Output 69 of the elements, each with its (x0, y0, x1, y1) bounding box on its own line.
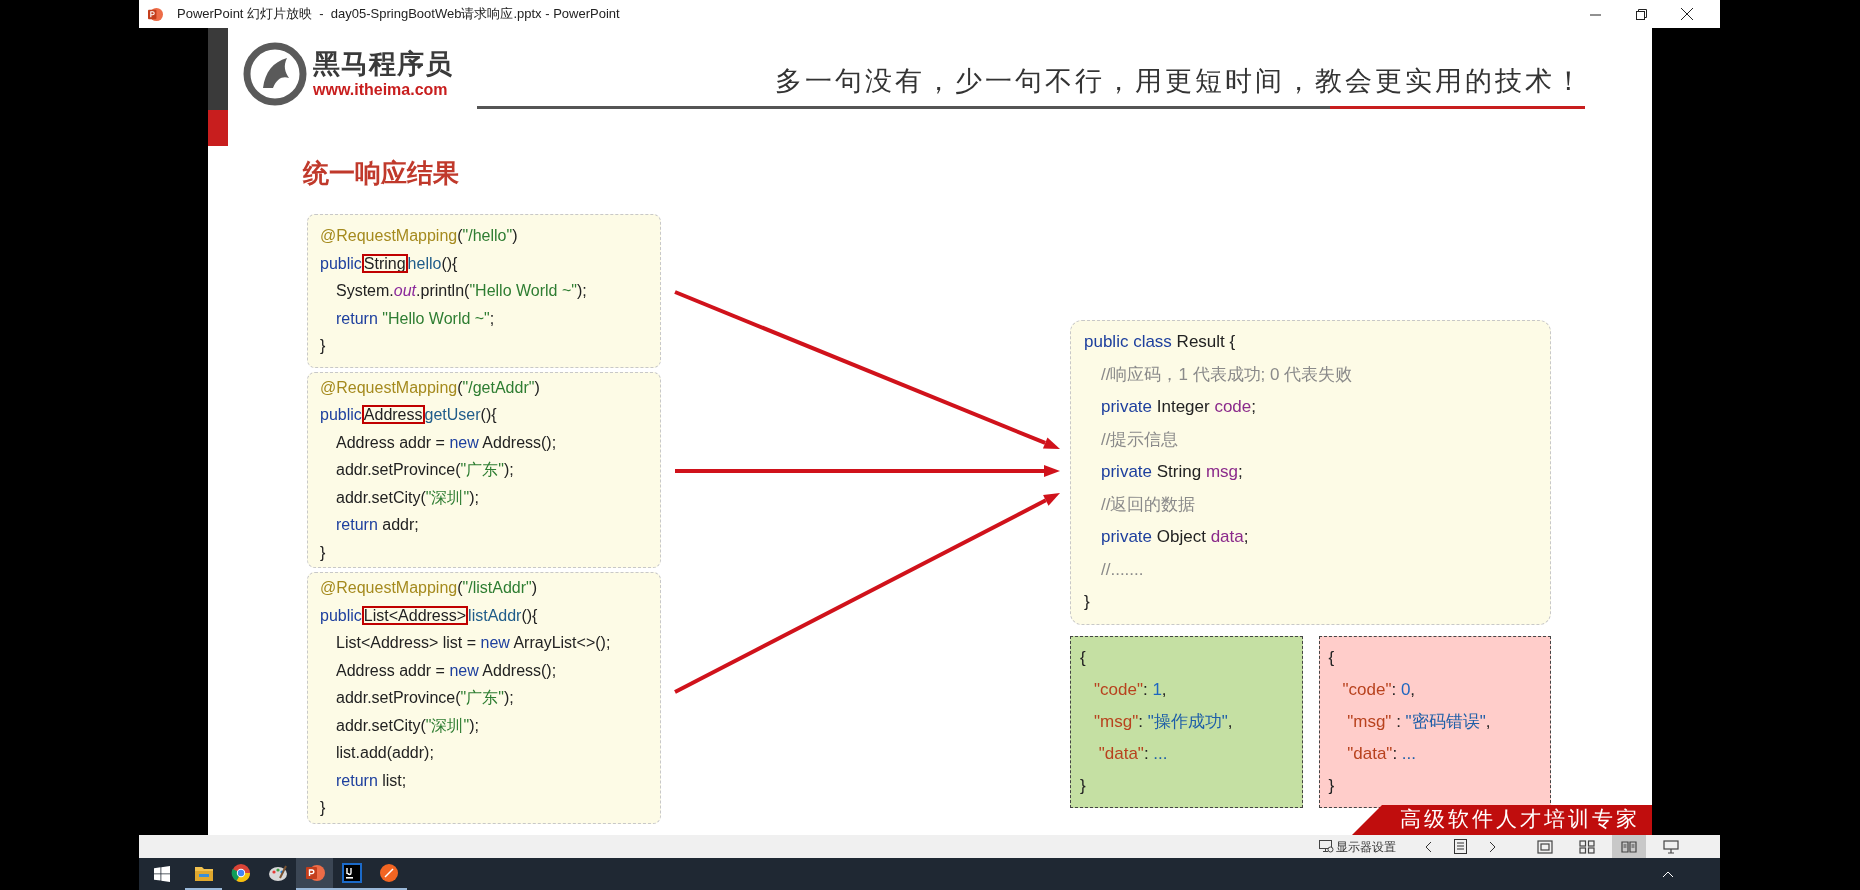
code-line: private Integer code; (1100, 396, 1256, 418)
code-line: addr.setProvince("广东"); (335, 688, 514, 708)
presentation-app-icon (304, 863, 325, 883)
code-line: @RequestMapping("/hello") (320, 226, 518, 246)
reading-view-button[interactable] (1612, 835, 1646, 858)
logo-icon (243, 42, 307, 106)
chevron-up-icon (1662, 870, 1674, 878)
code-line: publicStringhello(){ (320, 253, 458, 274)
code-line: "data": ... (1097, 742, 1168, 765)
browser-icon (230, 863, 251, 883)
code-line: addr.setCity("深圳"); (335, 487, 479, 508)
code-line: Address addr = new Address(); (335, 432, 557, 453)
brand-url: www.itheima.com (313, 80, 449, 100)
app-logo-icon (148, 6, 163, 22)
code-line: publicList<Address>listAddr(){ (320, 605, 538, 626)
book-icon (1621, 839, 1637, 854)
slogan: 多一句没有，少一句不行，用更短时间，教会更实用的技术！ (775, 64, 1585, 98)
chevron-right-icon (1488, 840, 1496, 853)
code-line: list.add(addr); (335, 743, 434, 763)
window-title: PowerPoint 幻灯片放映 - day05-SpringBootWeb请求响应.pptx - PowerPoint (177, 5, 620, 24)
code-line: "msg": "操作成功", (1093, 710, 1233, 733)
slogan-banner: 高级软件人才培训专家 (1352, 805, 1652, 835)
code-line: return list; (335, 770, 407, 791)
code-line: //响应码，1 代表成功; 0 代表失败 (1100, 363, 1353, 386)
palette-icon (267, 864, 288, 882)
code-line: //....... (1100, 558, 1144, 581)
folder-icon (193, 864, 214, 882)
windows-logo-icon (154, 866, 170, 882)
code-line: { (1080, 646, 1086, 669)
code-line: //提示信息 (1100, 428, 1179, 451)
code-line: } (1084, 591, 1090, 613)
code-line: @RequestMapping("/getAddr") (320, 377, 540, 398)
display-settings-button[interactable]: 显示器设置 (1317, 835, 1398, 858)
brand-name: 黑马程序员 (313, 48, 453, 80)
code-line: } (320, 798, 326, 818)
code-line: return "Hello World ~"; (335, 308, 495, 329)
code-line: addr.setCity("深圳"); (335, 715, 479, 736)
code-line: return addr; (335, 515, 419, 535)
code-line: { (1328, 646, 1335, 669)
notes-icon (1453, 839, 1467, 854)
code-line: private Object data; (1100, 526, 1249, 548)
code-line: Address addr = new Address(); (335, 660, 557, 681)
code-line: @RequestMapping("/listAddr") (320, 578, 538, 598)
code-line: publicAddressgetUser(){ (320, 405, 497, 425)
code-line: System.out.println("Hello World ~"); (335, 281, 587, 301)
ide-icon (341, 863, 362, 883)
code-line: "data": ... (1346, 742, 1416, 765)
restore-icon (1635, 8, 1647, 20)
code-line: } (1328, 774, 1335, 797)
close-icon (1681, 8, 1693, 20)
code-line: "code": 0, (1341, 678, 1416, 701)
projector-screen-icon (1663, 839, 1679, 854)
code-line: List<Address> list = new ArrayList<>(); (335, 633, 611, 653)
monitor-icon (1319, 840, 1334, 853)
code-line: public class Result { (1084, 331, 1236, 353)
code-line: } (320, 542, 326, 563)
presentation-button[interactable] (296, 858, 333, 890)
grid-icon (1579, 839, 1595, 854)
code-line: "msg" : "密码错误", (1346, 710, 1491, 733)
code-line: private String msg; (1100, 461, 1243, 483)
chevron-left-icon (1424, 840, 1432, 853)
code-line: addr.setProvince("广东"); (335, 460, 514, 480)
code-line: } (1080, 774, 1086, 797)
slide-title: 统一响应结果 (303, 157, 459, 189)
code-line: } (320, 336, 326, 356)
code-line: //返回的数据 (1100, 493, 1196, 516)
code-line: "code": 1, (1093, 678, 1167, 701)
compass-icon (378, 863, 399, 883)
normal-view-icon (1537, 839, 1553, 854)
